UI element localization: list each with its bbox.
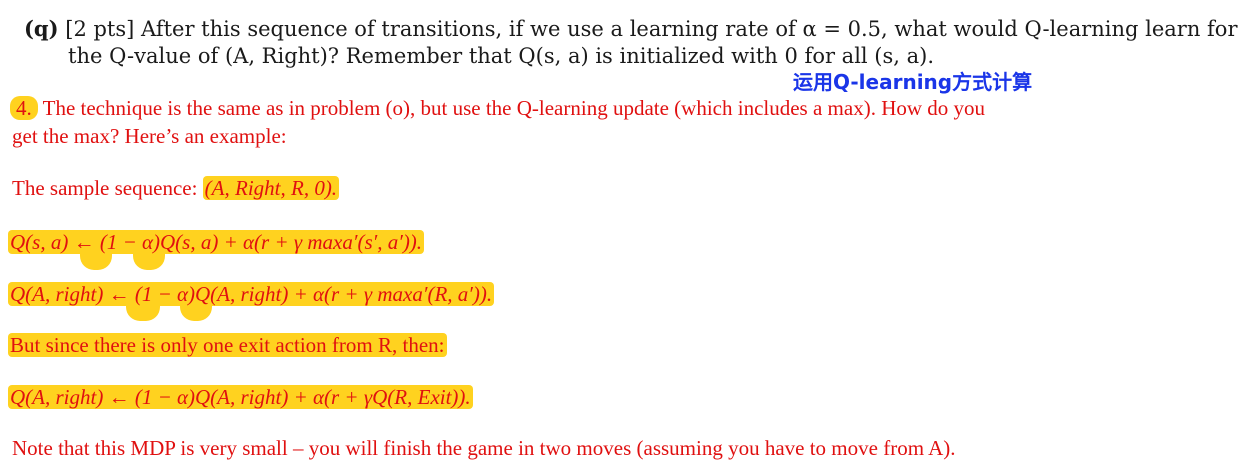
answer-note: Note that this MDP is very small – you w… — [12, 436, 956, 460]
equation-general-text: Q(s, a) ← (1 − α)Q(s, a) + α(r + γ maxa′… — [8, 230, 425, 254]
equation-specific-text: Q(A, right) ← (1 − α)Q(A, right) + α(r +… — [8, 282, 495, 306]
answer-line-2: get the max? Here’s an example: — [12, 124, 287, 148]
equation-exit-text: Q(A, right) ← (1 − α)Q(A, right) + α(r +… — [8, 385, 473, 409]
question-text-2: the Q-value of (A, Right)? Remember that… — [68, 44, 935, 68]
question-line-1: (q) [2 pts] After this sequence of trans… — [24, 15, 1238, 43]
exit-action-text: But since there is only one exit action … — [8, 333, 447, 357]
equation-general: Q(s, a) ← (1 − α)Q(s, a) + α(r + γ maxa′… — [8, 228, 425, 256]
sample-value: (A, Right, R, 0). — [202, 176, 340, 200]
sample-sequence-line: The sample sequence: (A, Right, R, 0). — [12, 174, 340, 202]
answer-text-1: The technique is the same as in problem … — [42, 96, 986, 120]
equation-exit: Q(A, right) ← (1 − α)Q(A, right) + α(r +… — [8, 383, 473, 411]
sample-label: The sample sequence: — [12, 176, 198, 200]
annotation-note: 运用Q-learning方式计算 — [793, 70, 1033, 94]
exit-action-line: But since there is only one exit action … — [8, 331, 447, 359]
answer-number: 4. — [10, 96, 38, 120]
question-label: (q) — [24, 16, 59, 41]
question-text-1: After this sequence of transitions, if w… — [141, 17, 1238, 41]
answer-line-1: 4. The technique is the same as in probl… — [10, 94, 985, 122]
equation-specific: Q(A, right) ← (1 − α)Q(A, right) + α(r +… — [8, 280, 495, 308]
question-points: [2 pts] — [65, 17, 135, 41]
